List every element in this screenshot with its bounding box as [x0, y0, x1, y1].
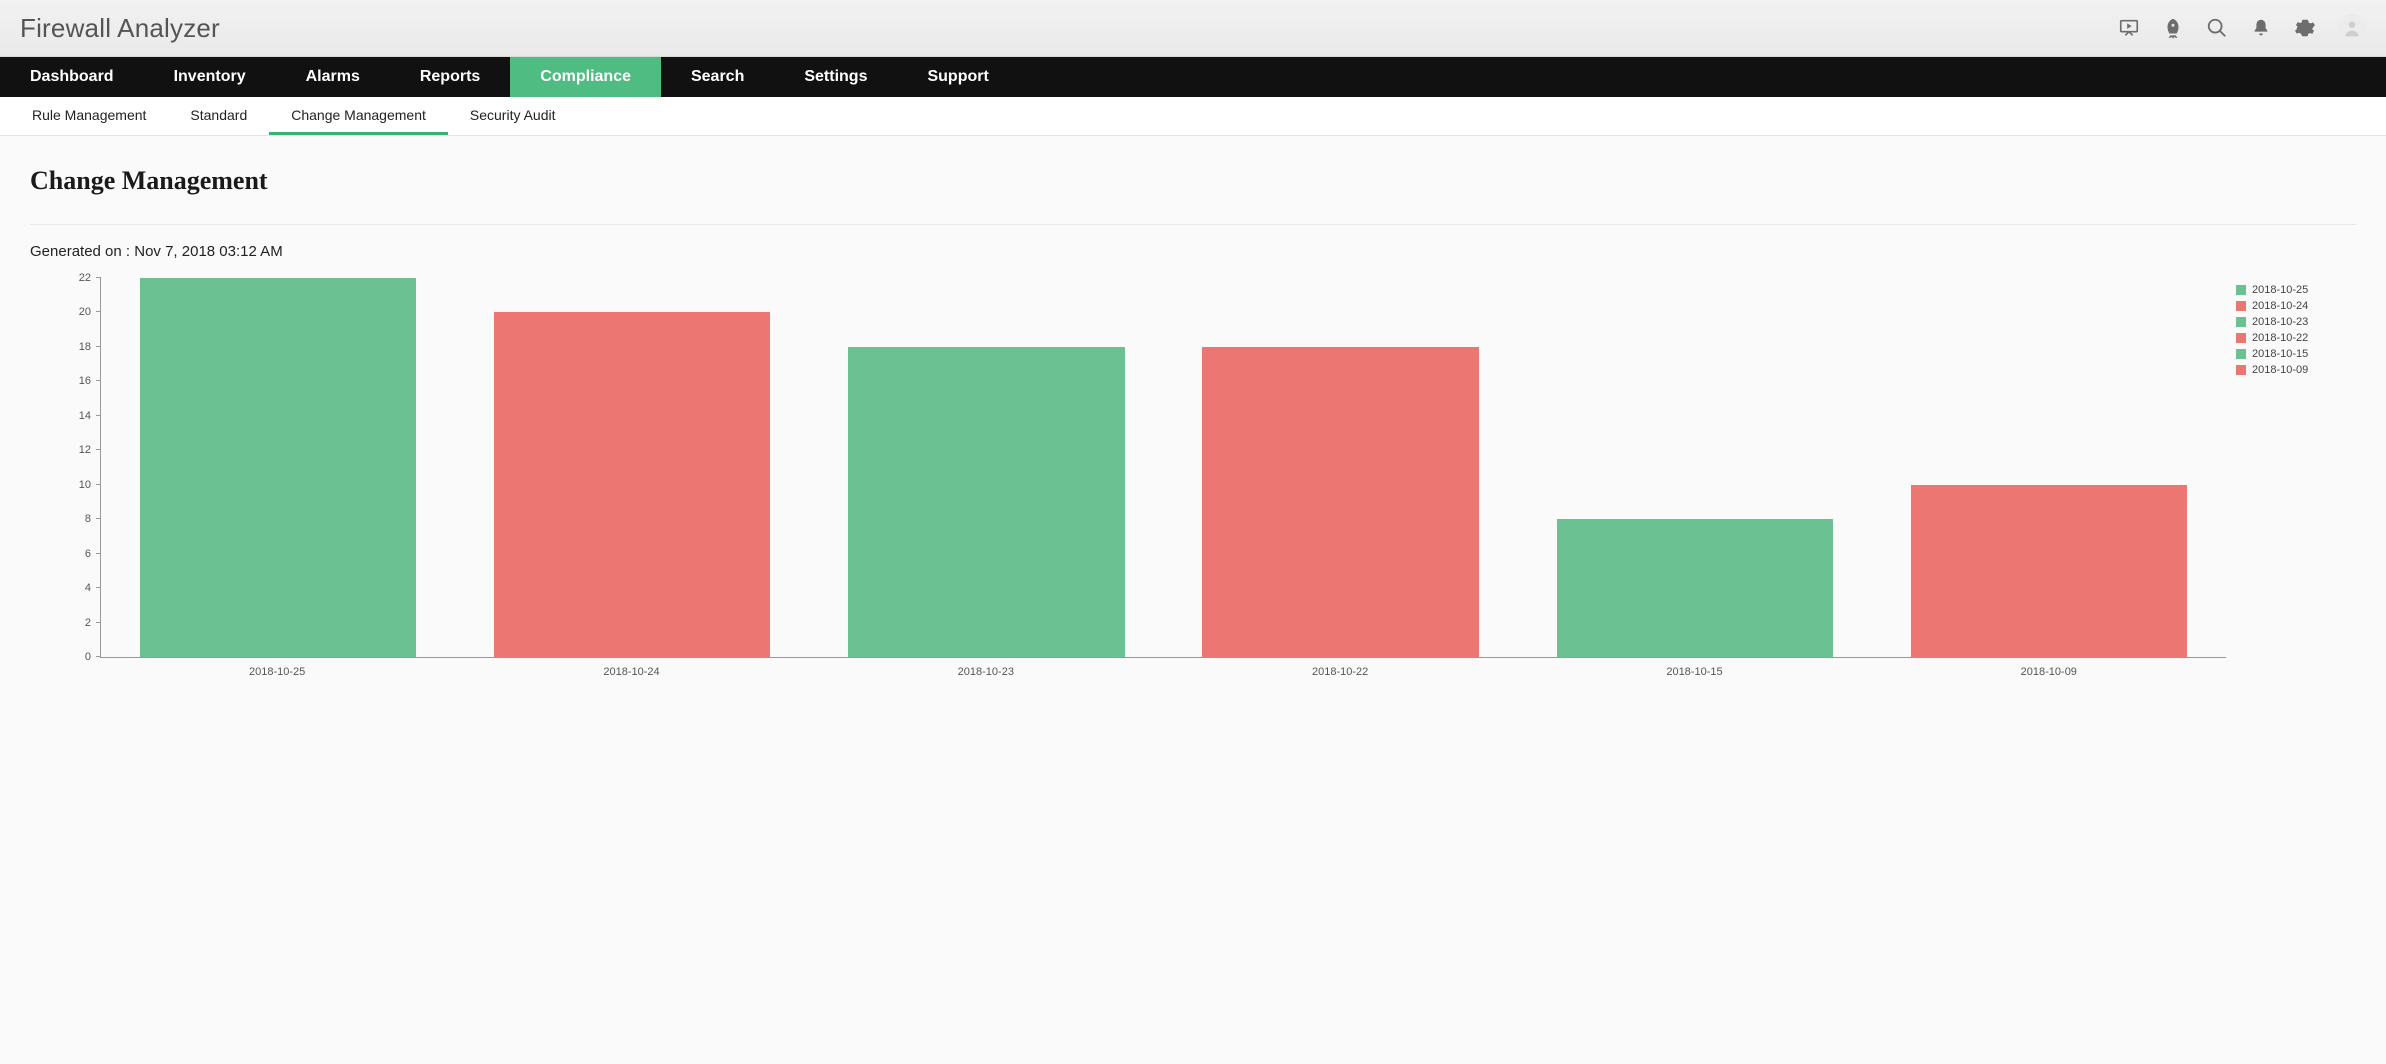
bell-icon[interactable]: [2250, 17, 2272, 39]
y-tick-mark: [96, 311, 101, 312]
y-tick-label: 18: [79, 341, 91, 353]
generated-on-prefix: Generated on :: [30, 243, 134, 260]
x-axis-label: 2018-10-22: [1163, 666, 1517, 678]
legend-label: 2018-10-22: [2252, 332, 2308, 344]
generated-on: Generated on : Nov 7, 2018 03:12 AM: [30, 243, 2356, 260]
y-tick-mark: [96, 518, 101, 519]
legend-swatch: [2236, 365, 2246, 375]
chart-bar[interactable]: [848, 347, 1124, 657]
chart-bar[interactable]: [140, 278, 416, 657]
y-tick-mark: [96, 277, 101, 278]
sub-nav-item[interactable]: Standard: [168, 97, 269, 135]
y-tick-mark: [96, 587, 101, 588]
legend-item[interactable]: 2018-10-24: [2236, 300, 2356, 312]
y-tick-label: 4: [85, 582, 91, 594]
legend-swatch: [2236, 333, 2246, 343]
main-nav-item[interactable]: Alarms: [276, 57, 390, 97]
y-tick-label: 6: [85, 548, 91, 560]
y-tick-mark: [96, 622, 101, 623]
legend-item[interactable]: 2018-10-25: [2236, 284, 2356, 296]
legend-label: 2018-10-24: [2252, 300, 2308, 312]
divider: [30, 224, 2356, 225]
chart-bar[interactable]: [1557, 519, 1833, 657]
rocket-icon[interactable]: [2162, 17, 2184, 39]
x-axis-label: 2018-10-24: [454, 666, 808, 678]
legend-label: 2018-10-09: [2252, 364, 2308, 376]
bar-slot: [1164, 278, 1518, 657]
y-tick-label: 12: [79, 444, 91, 456]
y-tick-mark: [96, 380, 101, 381]
legend-item[interactable]: 2018-10-15: [2236, 348, 2356, 360]
legend-swatch: [2236, 349, 2246, 359]
sub-nav-item[interactable]: Change Management: [269, 97, 448, 135]
main-nav-item[interactable]: Inventory: [144, 57, 276, 97]
chart-plot: 0246810121416182022: [100, 278, 2226, 658]
x-axis-label: 2018-10-23: [809, 666, 1163, 678]
y-tick-label: 16: [79, 375, 91, 387]
y-tick-label: 22: [79, 272, 91, 284]
main-nav-item[interactable]: Support: [897, 57, 1018, 97]
sub-nav-item[interactable]: Security Audit: [448, 97, 578, 135]
y-tick-label: 8: [85, 513, 91, 525]
gear-icon[interactable]: [2294, 17, 2316, 39]
y-tick-label: 2: [85, 617, 91, 629]
bar-slot: [1872, 278, 2226, 657]
main-nav: DashboardInventoryAlarmsReportsComplianc…: [0, 57, 2386, 97]
header-actions: [2118, 14, 2366, 42]
x-axis-label: 2018-10-25: [100, 666, 454, 678]
y-tick-mark: [96, 484, 101, 485]
legend-label: 2018-10-23: [2252, 316, 2308, 328]
app-header: Firewall Analyzer: [0, 0, 2386, 57]
sub-nav: Rule ManagementStandardChange Management…: [0, 97, 2386, 136]
x-axis-label: 2018-10-09: [1872, 666, 2226, 678]
legend-item[interactable]: 2018-10-22: [2236, 332, 2356, 344]
bar-slot: [1518, 278, 1872, 657]
legend-item[interactable]: 2018-10-23: [2236, 316, 2356, 328]
y-tick-label: 14: [79, 410, 91, 422]
generated-on-value: Nov 7, 2018 03:12 AM: [134, 243, 282, 260]
bar-slot: [809, 278, 1163, 657]
main-nav-item[interactable]: Reports: [390, 57, 510, 97]
legend-swatch: [2236, 285, 2246, 295]
y-tick-label: 0: [85, 651, 91, 663]
y-tick-label: 10: [79, 479, 91, 491]
legend-swatch: [2236, 317, 2246, 327]
chart-bar[interactable]: [1911, 485, 2187, 657]
chart-legend: 2018-10-25 2018-10-24 2018-10-23 2018-10-22…: [2236, 278, 2356, 380]
chart-area: 0246810121416182022 2018-10-252018-10-24…: [30, 278, 2236, 678]
search-icon[interactable]: [2206, 17, 2228, 39]
chart-bar[interactable]: [494, 312, 770, 657]
x-axis-label: 2018-10-15: [1517, 666, 1871, 678]
x-axis-labels: 2018-10-252018-10-242018-10-232018-10-22…: [100, 666, 2226, 678]
presentation-icon[interactable]: [2118, 17, 2140, 39]
y-tick-mark: [96, 656, 101, 657]
bar-slot: [455, 278, 809, 657]
y-tick-mark: [96, 346, 101, 347]
legend-label: 2018-10-15: [2252, 348, 2308, 360]
user-avatar[interactable]: [2338, 14, 2366, 42]
main-nav-item[interactable]: Dashboard: [0, 57, 144, 97]
bars-row: [101, 278, 2226, 657]
page-title: Change Management: [30, 166, 2356, 196]
main-nav-item[interactable]: Compliance: [510, 57, 661, 97]
y-tick-mark: [96, 415, 101, 416]
y-tick-label: 20: [79, 306, 91, 318]
legend-swatch: [2236, 301, 2246, 311]
y-tick-mark: [96, 553, 101, 554]
sub-nav-item[interactable]: Rule Management: [10, 97, 168, 135]
app-title: Firewall Analyzer: [20, 13, 220, 44]
bar-slot: [101, 278, 455, 657]
legend-label: 2018-10-25: [2252, 284, 2308, 296]
chart-container: 0246810121416182022 2018-10-252018-10-24…: [30, 278, 2356, 678]
legend-item[interactable]: 2018-10-09: [2236, 364, 2356, 376]
y-tick-mark: [96, 449, 101, 450]
main-nav-item[interactable]: Search: [661, 57, 774, 97]
page-content: Change Management Generated on : Nov 7, …: [0, 136, 2386, 708]
chart-bar[interactable]: [1202, 347, 1478, 657]
main-nav-item[interactable]: Settings: [774, 57, 897, 97]
